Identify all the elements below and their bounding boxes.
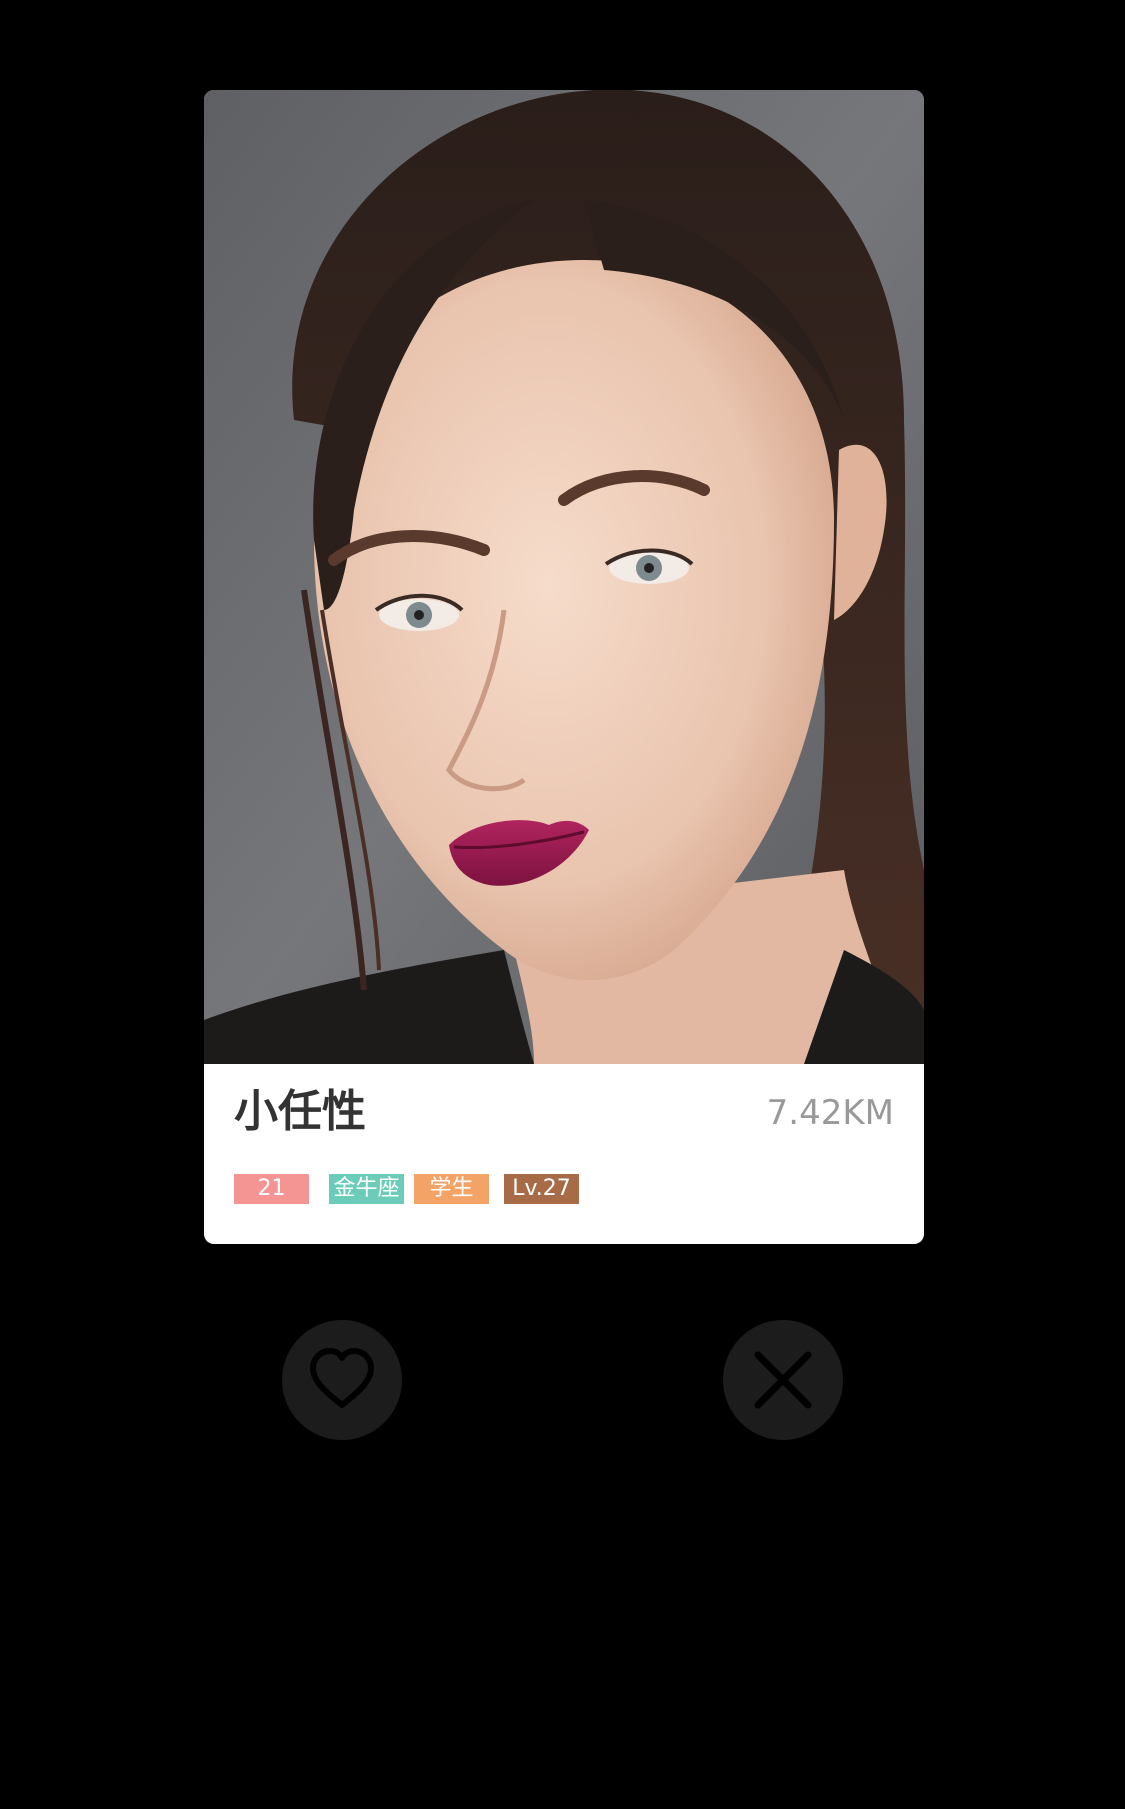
profile-name: 小任性 [234, 1086, 366, 1137]
dislike-button[interactable] [723, 1320, 843, 1440]
level-tag: Lv.27 [504, 1174, 579, 1204]
age-tag: 21 [234, 1174, 309, 1204]
profile-info: 小任性 7.42KM 21 金牛座 学生 Lv.27 [204, 1064, 924, 1244]
profile-tags: 21 金牛座 学生 Lv.27 [234, 1174, 589, 1204]
like-button[interactable] [282, 1320, 402, 1440]
profile-distance: 7.42KM [766, 1093, 894, 1133]
close-icon [754, 1351, 812, 1409]
heart-icon [310, 1348, 374, 1408]
profile-card[interactable]: 小任性 7.42KM 21 金牛座 学生 Lv.27 [204, 90, 924, 1244]
zodiac-tag: 金牛座 [329, 1174, 404, 1204]
occupation-tag: 学生 [414, 1174, 489, 1204]
profile-photo [204, 90, 924, 1064]
